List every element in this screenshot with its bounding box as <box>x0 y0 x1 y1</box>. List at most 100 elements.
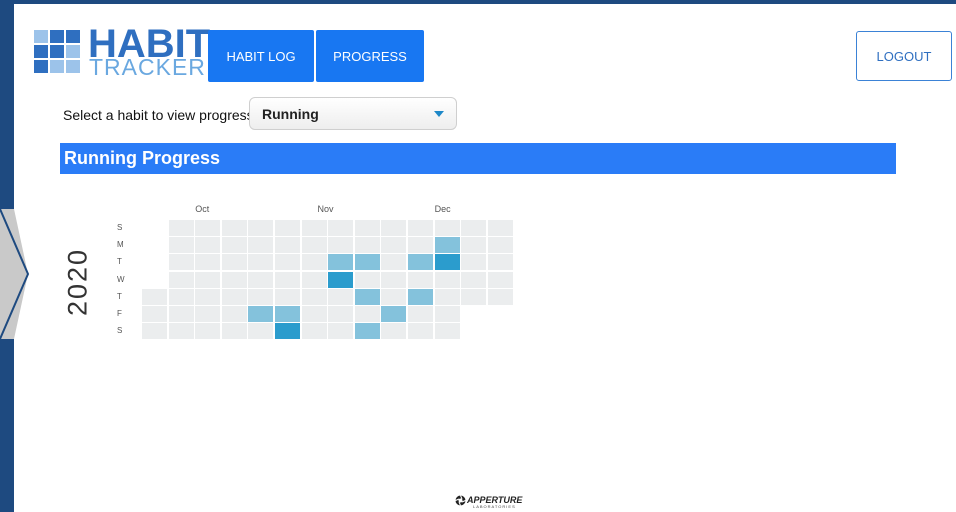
calendar-day-cell[interactable] <box>195 254 221 271</box>
calendar-day-cell[interactable] <box>408 271 433 288</box>
calendar-day-cell[interactable] <box>381 237 407 254</box>
weekday-label: F <box>117 309 122 318</box>
calendar-day-cell[interactable] <box>168 254 194 271</box>
calendar-heatmap: Oct Nov Dec S M T W T F S <box>14 4 956 404</box>
calendar-day-cell[interactable] <box>301 237 327 254</box>
calendar-day-cell[interactable] <box>434 323 460 340</box>
calendar-day-cell[interactable] <box>381 306 407 322</box>
calendar-day-cell[interactable] <box>275 271 300 288</box>
calendar-day-cell[interactable] <box>328 306 354 322</box>
calendar-day-cell[interactable] <box>195 323 221 340</box>
calendar-day-cell[interactable] <box>434 220 460 236</box>
calendar-day-cell[interactable] <box>221 237 247 254</box>
aperture-icon <box>455 495 466 506</box>
month-label: Oct <box>195 204 210 214</box>
calendar-day-cell[interactable] <box>248 237 274 254</box>
calendar-day-cell[interactable] <box>461 220 487 236</box>
calendar-day-cell[interactable] <box>275 306 300 322</box>
calendar-day-cell[interactable] <box>408 306 433 322</box>
footer-brand-tagline: LABORATORIES <box>473 504 516 509</box>
calendar-day-cell[interactable] <box>381 220 407 236</box>
calendar-day-cell[interactable] <box>434 271 460 288</box>
calendar-day-cell[interactable] <box>221 271 247 288</box>
calendar-day-cell[interactable] <box>301 220 327 236</box>
calendar-day-cell[interactable] <box>381 288 407 305</box>
calendar-day-cell[interactable] <box>487 288 513 305</box>
calendar-day-cell[interactable] <box>221 254 247 271</box>
calendar-day-cell[interactable] <box>221 323 247 340</box>
calendar-day-cell[interactable] <box>195 271 221 288</box>
calendar-day-cell[interactable] <box>301 254 327 271</box>
calendar-day-cell[interactable] <box>248 323 274 340</box>
calendar-day-cell[interactable] <box>328 237 354 254</box>
calendar-day-cell[interactable] <box>487 254 513 271</box>
calendar-day-cell[interactable] <box>354 220 380 236</box>
calendar-day-cell[interactable] <box>408 288 433 305</box>
calendar-day-cell[interactable] <box>461 254 487 271</box>
calendar-day-cell[interactable] <box>195 220 221 236</box>
calendar-day-cell[interactable] <box>354 254 380 271</box>
calendar-day-cell[interactable] <box>275 288 300 305</box>
calendar-day-cell[interactable] <box>301 323 327 340</box>
calendar-day-cell[interactable] <box>354 306 380 322</box>
calendar-day-cell[interactable] <box>328 323 354 340</box>
calendar-day-cell[interactable] <box>142 288 167 305</box>
calendar-day-cell[interactable] <box>434 306 460 322</box>
calendar-day-cell[interactable] <box>142 306 167 322</box>
app-window: HABIT TRACKER HABIT LOG PROGRESS LOGOUT … <box>0 0 956 512</box>
calendar-day-cell[interactable] <box>301 288 327 305</box>
calendar-day-cell[interactable] <box>354 271 380 288</box>
calendar-day-cell[interactable] <box>221 306 247 322</box>
month-label: Dec <box>434 204 451 214</box>
calendar-day-cell[interactable] <box>381 323 407 340</box>
calendar-day-cell[interactable] <box>408 220 433 236</box>
calendar-day-cell[interactable] <box>354 288 380 305</box>
calendar-day-cell[interactable] <box>275 220 300 236</box>
calendar-day-cell[interactable] <box>195 237 221 254</box>
calendar-day-cell[interactable] <box>168 271 194 288</box>
calendar-day-cell[interactable] <box>408 323 433 340</box>
calendar-day-cell[interactable] <box>248 306 274 322</box>
calendar-day-cell[interactable] <box>195 288 221 305</box>
calendar-day-cell[interactable] <box>354 323 380 340</box>
weekday-label: W <box>117 274 125 284</box>
calendar-day-cell[interactable] <box>354 237 380 254</box>
calendar-day-cell[interactable] <box>381 254 407 271</box>
calendar-day-cell[interactable] <box>248 271 274 288</box>
calendar-day-cell[interactable] <box>168 288 194 305</box>
calendar-day-cell[interactable] <box>248 254 274 271</box>
calendar-day-cell[interactable] <box>168 220 194 236</box>
calendar-day-cell[interactable] <box>461 237 487 254</box>
calendar-day-cell[interactable] <box>195 306 221 322</box>
calendar-day-cell[interactable] <box>248 220 274 236</box>
calendar-day-cell[interactable] <box>487 237 513 254</box>
calendar-day-cell[interactable] <box>275 254 300 271</box>
calendar-day-cell[interactable] <box>461 271 487 288</box>
calendar-day-cell[interactable] <box>328 288 354 305</box>
calendar-day-cell[interactable] <box>168 237 194 254</box>
calendar-day-cell[interactable] <box>301 271 327 288</box>
calendar-day-cell[interactable] <box>168 306 194 322</box>
calendar-day-cell[interactable] <box>461 288 487 305</box>
calendar-day-cell[interactable] <box>434 288 460 305</box>
calendar-day-cell[interactable] <box>408 254 433 271</box>
calendar-day-cell[interactable] <box>301 306 327 322</box>
calendar-day-cell[interactable] <box>221 288 247 305</box>
calendar-day-cell[interactable] <box>434 254 460 271</box>
calendar-day-cell[interactable] <box>328 254 354 271</box>
calendar-day-cell[interactable] <box>221 220 247 236</box>
weekday-label: S <box>117 326 123 336</box>
calendar-day-cell[interactable] <box>487 220 513 236</box>
calendar-day-cell[interactable] <box>408 237 433 254</box>
calendar-day-cell[interactable] <box>275 237 300 254</box>
calendar-day-cell[interactable] <box>434 237 460 254</box>
calendar-day-cell[interactable] <box>328 220 354 236</box>
calendar-day-cell[interactable] <box>142 323 167 340</box>
calendar-day-cell[interactable] <box>381 271 407 288</box>
calendar-day-cell[interactable] <box>275 323 300 340</box>
footer-brand-logo: APPERTURE LABORATORIES <box>455 493 535 511</box>
calendar-day-cell[interactable] <box>168 323 194 340</box>
calendar-day-cell[interactable] <box>248 288 274 305</box>
calendar-day-cell[interactable] <box>328 271 354 288</box>
calendar-day-cell[interactable] <box>487 271 513 288</box>
